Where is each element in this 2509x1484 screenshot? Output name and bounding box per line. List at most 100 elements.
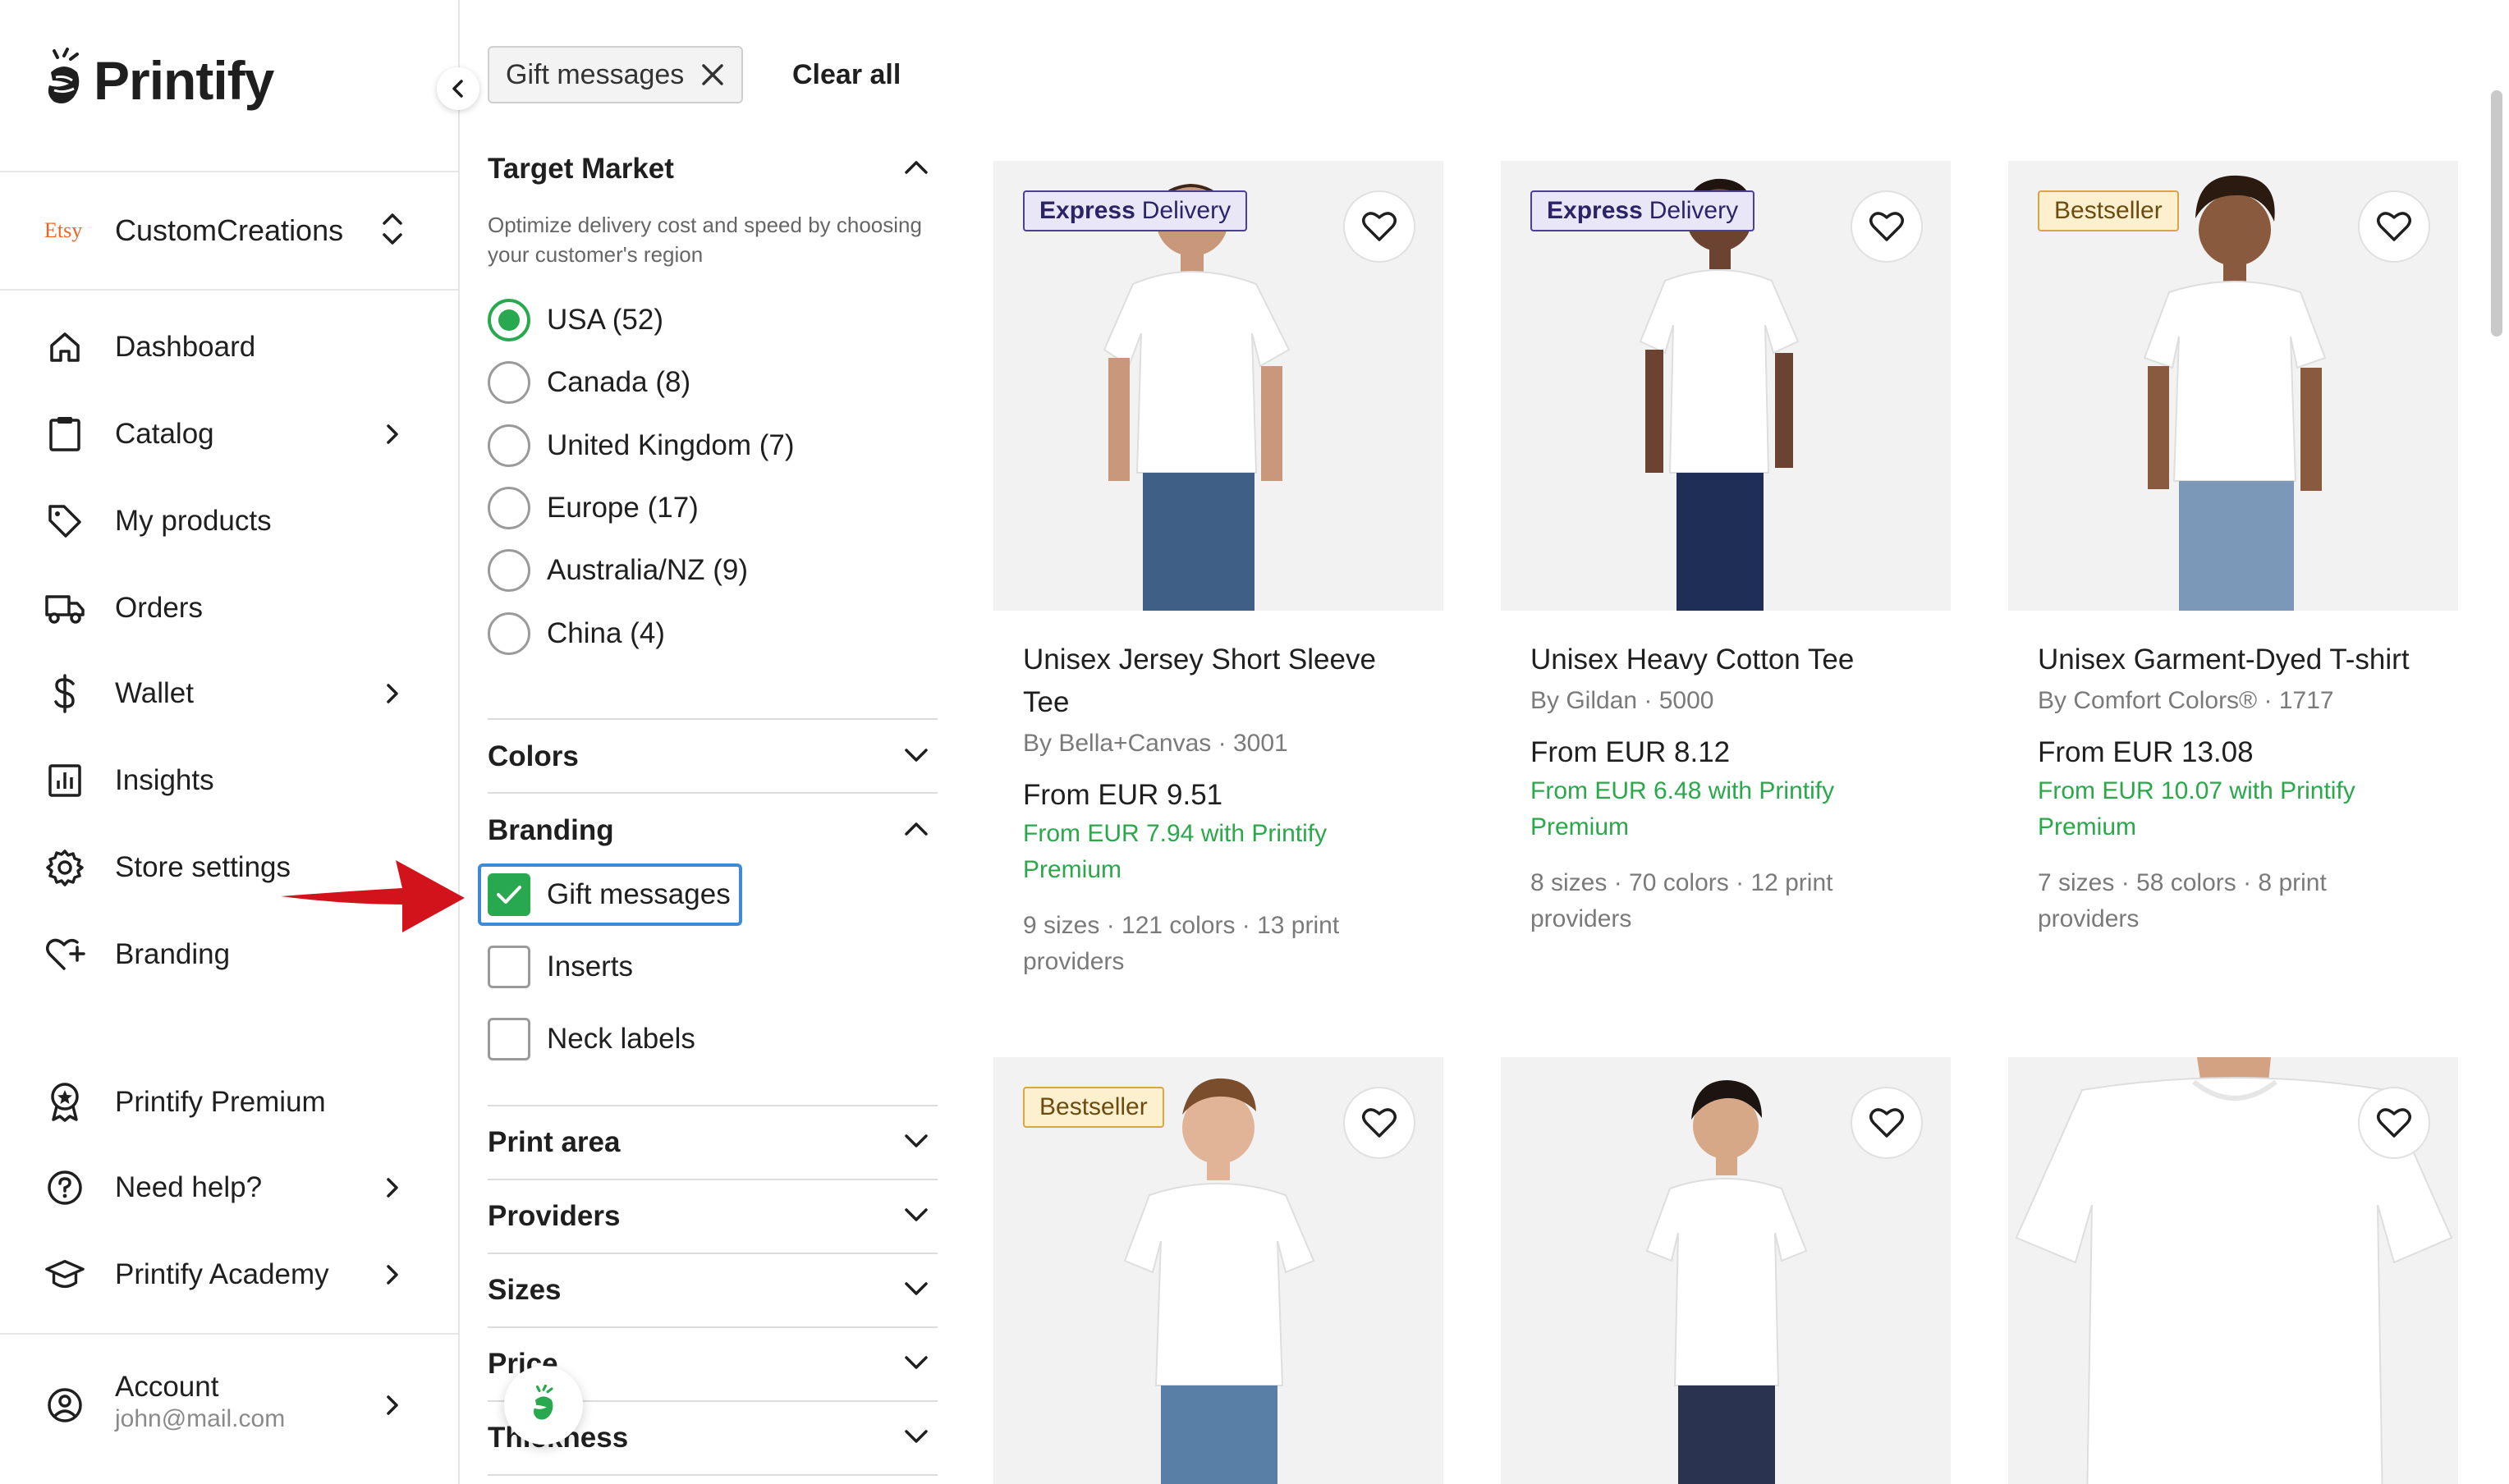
checkbox-option-neck-labels[interactable]: Neck labels [488, 1018, 695, 1060]
product-image[interactable] [2008, 1057, 2458, 1484]
nav-my-products[interactable]: My products [0, 484, 460, 558]
close-icon[interactable] [700, 62, 725, 87]
product-image[interactable]: Express Delivery [993, 161, 1443, 611]
product-image[interactable]: Bestseller [993, 1057, 1443, 1484]
product-price: From EUR 13.08 [2038, 736, 2254, 768]
divider [488, 1105, 938, 1106]
heart-icon [1869, 212, 1904, 241]
radio-button[interactable] [488, 424, 530, 467]
checkbox[interactable] [488, 946, 530, 988]
account-label: Account [115, 1371, 219, 1403]
branding-filter-title[interactable]: Branding [488, 814, 614, 847]
store-switcher[interactable]: Etsy CustomCreations [0, 172, 460, 289]
chevron-down-icon[interactable] [900, 1346, 933, 1379]
nav-dashboard[interactable]: Dashboard [0, 310, 460, 384]
target-market-title[interactable]: Target Market [488, 153, 674, 186]
product-image[interactable]: Bestseller [2008, 161, 2458, 611]
product-image[interactable]: Express Delivery [1501, 161, 1951, 611]
radio-label: Europe (17) [547, 492, 699, 524]
product-title[interactable]: Unisex Jersey Short Sleeve Tee [993, 639, 1443, 724]
nav-label: Wallet [115, 677, 194, 709]
chevron-up-icon[interactable] [900, 813, 933, 845]
clear-all-button[interactable]: Clear all [792, 59, 901, 91]
nav-label: Dashboard [115, 331, 256, 363]
award-icon [44, 1082, 85, 1123]
nav-wallet[interactable]: Wallet [0, 657, 460, 731]
chevron-down-icon[interactable] [900, 1198, 933, 1231]
checkbox[interactable] [488, 873, 530, 916]
nav-label: Branding [115, 938, 231, 970]
product-brand: By Comfort Colors® · 1717 [2038, 687, 2334, 714]
favorite-button[interactable] [1851, 1087, 1923, 1159]
help-chat-button[interactable] [504, 1366, 583, 1445]
nav-account[interactable]: Account john@mail.com [0, 1364, 460, 1446]
favorite-button[interactable] [1851, 190, 1923, 263]
radio-option-canada[interactable]: Canada (8) [488, 361, 690, 404]
favorite-button[interactable] [1343, 1087, 1415, 1159]
radio-label: Australia/NZ (9) [547, 554, 749, 586]
radio-option-australia[interactable]: Australia/NZ (9) [488, 549, 748, 592]
product-card[interactable] [1501, 1057, 1951, 1484]
colors-filter-title[interactable]: Colors [488, 740, 579, 773]
divider [488, 1253, 938, 1254]
radio-button[interactable] [488, 549, 530, 592]
page-scrollbar[interactable] [2491, 90, 2502, 337]
printify-logo[interactable]: Printify [41, 48, 274, 113]
checkbox-label: Gift messages [547, 878, 731, 910]
chevron-down-icon[interactable] [900, 1272, 933, 1305]
radio-option-china[interactable]: China (4) [488, 612, 665, 655]
chevron-right-icon [378, 419, 407, 449]
chevron-down-icon[interactable] [900, 1124, 933, 1157]
collapse-sidebar-button[interactable] [437, 67, 479, 110]
product-brand: By Bella+Canvas · 3001 [1023, 730, 1288, 757]
print-area-filter-title[interactable]: Print area [488, 1126, 620, 1159]
product-price: From EUR 8.12 [1530, 736, 1731, 768]
product-title[interactable]: Unisex Garment-Dyed T-shirt [2008, 639, 2458, 681]
product-card[interactable] [2008, 1057, 2458, 1484]
radio-option-europe[interactable]: Europe (17) [488, 487, 699, 529]
product-card[interactable]: Bestseller Unisex Garment-Dyed T-shirt B… [2008, 161, 2458, 937]
nav-orders[interactable]: Orders [0, 571, 460, 645]
checkbox-label: Neck labels [547, 1023, 695, 1055]
product-title[interactable]: Unisex Heavy Cotton Tee [1501, 639, 1951, 681]
favorite-button[interactable] [2358, 1087, 2430, 1159]
red-arrow-annotation [281, 860, 465, 932]
providers-filter-title[interactable]: Providers [488, 1200, 620, 1233]
product-card[interactable]: Bestseller [993, 1057, 1443, 1484]
dollar-icon [44, 673, 85, 714]
nav-academy[interactable]: Printify Academy [0, 1238, 460, 1312]
active-filter-chip[interactable]: Gift messages [488, 46, 744, 103]
radio-button[interactable] [488, 612, 530, 655]
product-image[interactable] [1501, 1057, 1951, 1484]
nav-catalog[interactable]: Catalog [0, 397, 460, 471]
checkbox-option-gift-messages[interactable]: Gift messages [488, 873, 731, 916]
product-card[interactable]: Express Delivery Unisex Jersey Short Slee… [993, 161, 1443, 980]
radio-option-usa[interactable]: USA (52) [488, 299, 663, 341]
divider [0, 289, 460, 291]
radio-button[interactable] [488, 361, 530, 404]
favorite-button[interactable] [2358, 190, 2430, 263]
heart-icon [1362, 212, 1397, 241]
nav-label: Need help? [115, 1171, 263, 1203]
heart-icon [2377, 212, 2411, 241]
product-card[interactable]: Express Delivery Unisex Heavy Cotton Tee … [1501, 161, 1951, 937]
radio-button[interactable] [488, 487, 530, 529]
product-premium-price: From EUR 6.48 with Printify Premium [1530, 777, 1835, 840]
checkbox[interactable] [488, 1018, 530, 1060]
radio-option-uk[interactable]: United Kingdom (7) [488, 424, 795, 467]
chevron-up-icon[interactable] [900, 151, 933, 184]
gear-icon [44, 847, 85, 888]
nav-help[interactable]: Need help? [0, 1151, 460, 1225]
favorite-button[interactable] [1343, 190, 1415, 263]
checkbox-option-inserts[interactable]: Inserts [488, 946, 633, 988]
product-premium-price: From EUR 7.94 with Printify Premium [1023, 820, 1328, 883]
nav-premium[interactable]: Printify Premium [0, 1065, 460, 1139]
sizes-filter-title[interactable]: Sizes [488, 1274, 562, 1307]
chevron-down-icon[interactable] [900, 739, 933, 772]
chip-label: Gift messages [506, 58, 685, 90]
chevron-down-icon[interactable] [900, 1420, 933, 1453]
nav-insights[interactable]: Insights [0, 744, 460, 818]
nav-label: Catalog [115, 418, 214, 450]
product-meta: 8 sizes · 70 colors · 12 print providers [1530, 869, 1833, 932]
radio-button[interactable] [488, 299, 530, 341]
